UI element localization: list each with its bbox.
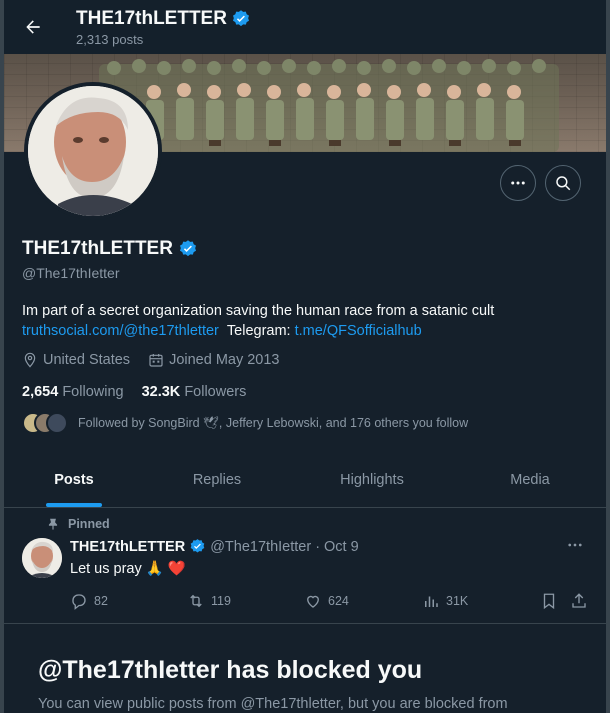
pinned-post[interactable]: Pinned THE17thLETTER @The17thIetter · Oc… (4, 508, 606, 624)
post-actions: 82 119 624 31K (70, 592, 592, 612)
repost-button[interactable]: 119 (187, 592, 231, 610)
location-icon (24, 352, 36, 368)
truthsocial-link[interactable]: truthsocial.com/@the17thletter (22, 323, 219, 339)
following-link[interactable]: 2,654 Following (22, 384, 124, 400)
topbar-display-name: THE17thLETTER (76, 8, 251, 30)
mini-avatar (46, 412, 68, 434)
verified-badge-icon (232, 10, 249, 27)
post-author-name[interactable]: THE17thLETTER (70, 539, 185, 555)
back-button[interactable] (18, 12, 48, 42)
followed-by-text: Followed by SongBird 🕊, Jeffery Lebowski… (78, 415, 469, 430)
post-date[interactable]: Oct 9 (324, 539, 359, 555)
profile-name-text: THE17thLETTER (22, 238, 173, 259)
more-icon (511, 181, 525, 185)
joined-text: Joined May 2013 (169, 352, 280, 368)
tab-highlights[interactable]: Highlights (290, 456, 454, 507)
back-arrow-icon (26, 20, 40, 34)
topbar-titles: THE17thLETTER 2,313 posts (76, 8, 251, 47)
views-icon (425, 596, 438, 607)
following-label: Following (62, 384, 124, 400)
verified-badge-icon (190, 539, 205, 553)
post-avatar-photo (22, 538, 62, 578)
more-icon (568, 543, 582, 547)
blocked-title: @The17thIetter has blocked you (38, 656, 423, 684)
reply-count: 82 (94, 594, 108, 608)
profile-tabs: Posts Replies Highlights Media (4, 456, 606, 508)
post-count: 2,313 posts (76, 32, 144, 47)
blocked-description: You can view public posts from @The17thl… (38, 696, 508, 712)
tab-posts[interactable]: Posts (4, 456, 144, 507)
profile-display-name: THE17thLETTER (22, 238, 198, 260)
bio-links: truthsocial.com/@the17thletter Telegram:… (22, 321, 592, 341)
followers-count: 32.3K (141, 384, 181, 400)
top-navigation-bar: THE17thLETTER 2,313 posts (4, 0, 606, 54)
like-icon (307, 595, 319, 608)
pinned-label: Pinned (68, 517, 110, 531)
like-button[interactable]: 624 (304, 592, 349, 610)
profile-avatar[interactable] (24, 82, 162, 220)
calendar-icon (149, 354, 163, 367)
verified-badge-icon[interactable] (178, 239, 198, 259)
avatar-photo (28, 86, 158, 216)
share-icon (572, 593, 586, 608)
post-text: Let us pray 🙏 ❤️ (70, 561, 186, 577)
more-options-button[interactable] (500, 165, 536, 201)
post-separator: · (315, 538, 321, 555)
repost-count: 119 (211, 594, 231, 608)
reply-icon (72, 594, 86, 610)
search-posts-button[interactable] (545, 165, 581, 201)
bookmark-button[interactable] (540, 592, 558, 610)
tab-media[interactable]: Media (454, 456, 606, 507)
profile-handle: @The17thIetter (22, 265, 120, 281)
profile-bio: Im part of a secret organization saving … (22, 301, 592, 341)
topbar-name-text: THE17thLETTER (76, 8, 227, 29)
reply-button[interactable]: 82 (70, 592, 108, 610)
tab-replies[interactable]: Replies (144, 456, 290, 507)
views-count: 31K (446, 594, 469, 608)
post-more-button[interactable] (566, 536, 584, 559)
location-item: United States (22, 352, 130, 368)
profile-page: THE17thLETTER 2,313 posts THE17thLETTER … (0, 0, 610, 713)
followed-by-row[interactable]: Followed by SongBird 🕊, Jeffery Lebowski… (22, 412, 468, 434)
profile-meta: United States Joined May 2013 (22, 352, 280, 368)
post-author-avatar[interactable] (22, 538, 62, 578)
repost-icon (190, 594, 202, 608)
share-button[interactable] (570, 592, 588, 610)
follow-stats: 2,654 Following 32.3K Followers (22, 384, 246, 400)
followed-by-avatars (22, 412, 70, 434)
followers-label: Followers (184, 384, 247, 400)
bookmark-icon (543, 593, 555, 610)
telegram-link[interactable]: t.me/QFSofficialhub (295, 323, 422, 339)
following-count: 2,654 (22, 384, 59, 400)
telegram-label: Telegram: (226, 323, 291, 339)
pin-icon (48, 518, 58, 530)
followers-link[interactable]: 32.3K Followers (142, 384, 247, 400)
post-author-handle[interactable]: @The17thIetter (210, 539, 311, 555)
search-icon (556, 176, 571, 191)
joined-item: Joined May 2013 (148, 352, 280, 368)
location-text: United States (43, 352, 131, 368)
bio-text: Im part of a secret organization saving … (22, 303, 495, 319)
pinned-indicator: Pinned (46, 517, 110, 531)
like-count: 624 (328, 594, 349, 608)
post-header: THE17thLETTER @The17thIetter · Oct 9 (70, 538, 359, 555)
views-button[interactable]: 31K (422, 592, 468, 610)
